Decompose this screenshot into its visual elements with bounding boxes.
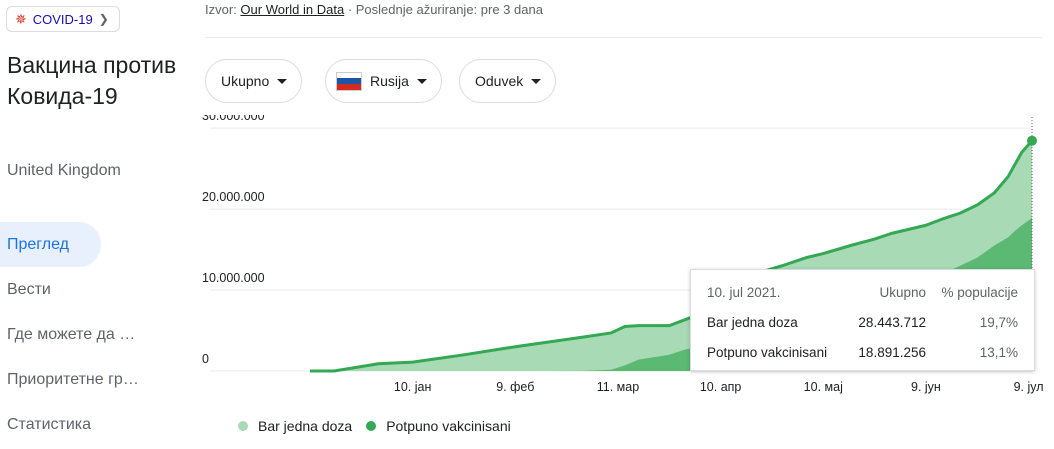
metric-dropdown[interactable]: Ukupno [205, 59, 303, 103]
x-tick-label: 10. јан [394, 380, 432, 394]
x-tick-label: 10. мај [804, 380, 843, 394]
legend-label: Potpuno vakcinisani [386, 418, 511, 434]
tooltip-col-pct: % populacije [941, 285, 1018, 300]
nav-item-news[interactable]: Вести [0, 267, 190, 312]
tooltip-row-pct: 13,1% [979, 345, 1018, 360]
tooltip-row-total: 18.891.256 [858, 345, 926, 360]
x-tick-label: 10. апр [700, 380, 742, 394]
page-subtitle: United Kingdom [7, 162, 121, 179]
nav-item-overview[interactable]: Преглед [0, 222, 101, 267]
side-nav: Преглед Вести Где можете да … Приоритетн… [0, 222, 190, 447]
y-tick-label: 30.000.000 [202, 115, 265, 123]
y-tick-label: 0 [202, 352, 209, 366]
period-dropdown-label: Oduvek [475, 73, 524, 89]
caret-down-icon [277, 78, 288, 84]
source-line: Izvor: Our World in Data · Poslednje ažu… [205, 2, 543, 17]
country-dropdown-label: Rusija [370, 73, 409, 89]
x-tick-label: 11. мар [597, 380, 639, 394]
legend-dot [366, 421, 377, 431]
source-prefix: Izvor: [205, 2, 241, 17]
nav-item-priority[interactable]: Приоритетне гр… [0, 357, 190, 402]
x-tick-label: 9. јул [1014, 380, 1044, 394]
tooltip-row-pct: 19,7% [979, 315, 1018, 330]
tooltip-date: 10. jul 2021. [707, 285, 781, 300]
nav-item-statistics[interactable]: Статистика [0, 402, 190, 447]
metric-dropdown-label: Ukupno [221, 73, 270, 89]
chart-legend: Bar jedna doza Potpuno vakcinisani [238, 418, 525, 434]
period-dropdown[interactable]: Oduvek [459, 59, 557, 103]
source-suffix: · Poslednje ažuriranje: pre 3 dana [344, 2, 543, 17]
covid-chip-label: COVID-19 [32, 11, 93, 27]
y-tick-label: 10.000.000 [202, 271, 265, 285]
page-title: Вакцина против Ковида-19 [7, 52, 177, 109]
tooltip-row-label: Bar jedna doza [707, 315, 798, 330]
legend-item-first-dose[interactable]: Bar jedna doza [238, 418, 352, 434]
russia-flag-icon [336, 71, 362, 91]
covid-topic-chip[interactable]: ✵ COVID-19 ❯ [6, 6, 120, 32]
chevron-right-icon: ❯ [98, 12, 109, 26]
caret-down-icon [531, 78, 542, 84]
tooltip-col-total: Ukupno [879, 285, 926, 300]
tooltip-row-total: 28.443.712 [858, 315, 926, 330]
legend-item-fully[interactable]: Potpuno vakcinisani [366, 418, 511, 434]
legend-dot [238, 421, 248, 431]
y-tick-label: 20.000.000 [202, 190, 265, 204]
virus-icon: ✵ [15, 11, 27, 27]
caret-down-icon [416, 78, 427, 84]
hover-point [1027, 135, 1037, 146]
country-dropdown[interactable]: Rusija [325, 59, 442, 103]
x-tick-label: 9. феб [496, 380, 534, 394]
nav-item-where[interactable]: Где можете да … [0, 312, 190, 357]
source-link[interactable]: Our World in Data [240, 2, 344, 17]
chart-tooltip: 10. jul 2021. Ukupno % populacije Bar je… [690, 269, 1035, 371]
tooltip-row-label: Potpuno vakcinisani [707, 345, 828, 360]
legend-label: Bar jedna doza [258, 418, 353, 434]
x-tick-label: 9. јун [911, 380, 941, 394]
divider [205, 37, 1042, 38]
